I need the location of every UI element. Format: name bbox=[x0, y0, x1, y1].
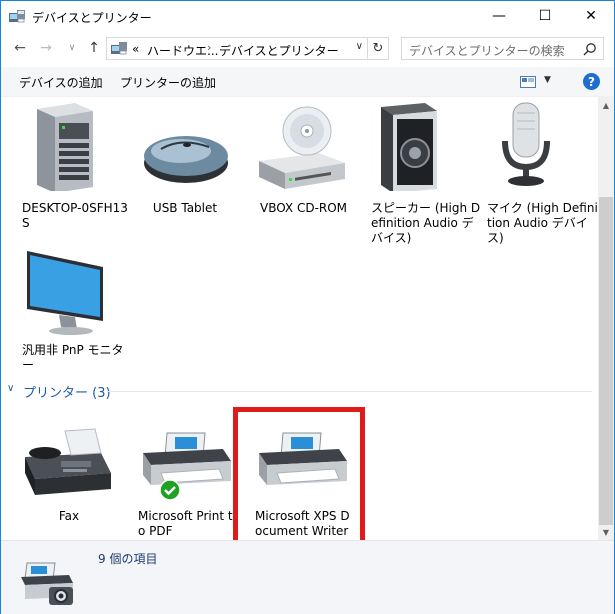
scroll-thumb[interactable] bbox=[599, 197, 613, 525]
device-label: DESKTOP-0SFH13S bbox=[22, 201, 128, 230]
navigation-bar: ← → ∨ ↑ « ハードウエ... › デバイスとプリンター ∨ ↻ デバイス… bbox=[1, 35, 614, 63]
chevron-down-icon[interactable]: ∨ bbox=[7, 383, 14, 394]
view-options-dropdown[interactable]: ▼ bbox=[544, 75, 551, 85]
help-button[interactable]: ? bbox=[583, 73, 600, 90]
up-button[interactable]: ↑ bbox=[85, 39, 103, 57]
recent-locations-button[interactable]: ∨ bbox=[63, 39, 81, 57]
device-list: DESKTOP-0SFH13S USB Tablet VBOX CD-ROM ス… bbox=[1, 97, 598, 540]
add-printer-button[interactable]: プリンターの追加 bbox=[120, 74, 216, 91]
device-label: スピーカー (High Definition Audio デバイス) bbox=[371, 201, 481, 245]
command-bar: デバイスの追加 プリンターの追加 ▼ ? bbox=[1, 67, 614, 97]
device-label: USB Tablet bbox=[152, 201, 218, 215]
mouse-icon bbox=[144, 136, 228, 183]
monitor-icon bbox=[27, 251, 103, 335]
printers-group-header[interactable]: ∨ プリンター (3) bbox=[7, 382, 592, 401]
scroll-down-button[interactable]: ▼ bbox=[598, 524, 614, 540]
printer-icon bbox=[143, 432, 231, 485]
minimize-button[interactable]: — bbox=[476, 1, 522, 31]
refresh-button[interactable]: ↻ bbox=[368, 37, 389, 60]
change-view-icon[interactable] bbox=[520, 75, 536, 89]
search-icon[interactable] bbox=[583, 42, 597, 56]
cd-drive-icon bbox=[259, 106, 345, 189]
devices-printers-icon bbox=[9, 10, 25, 23]
devices-and-printers-window: デバイスとプリンター — ☐ ✕ ← → ∨ ↑ « ハードウエ... › デバ… bbox=[0, 0, 615, 614]
address-bar[interactable]: « ハードウエ... › デバイスとプリンター ∨ bbox=[106, 37, 368, 60]
address-dropdown-button[interactable]: ∨ bbox=[356, 41, 363, 52]
maximize-button[interactable]: ☐ bbox=[522, 1, 568, 31]
scroll-up-button[interactable]: ▲ bbox=[598, 97, 614, 113]
search-box[interactable]: デバイスとプリンターの検索 bbox=[401, 37, 604, 60]
breadcrumb-current[interactable]: デバイスとプリンター bbox=[219, 42, 339, 59]
item-count: 9 個の項目 bbox=[98, 552, 158, 566]
breadcrumb-separator[interactable]: › bbox=[207, 41, 211, 54]
close-button[interactable]: ✕ bbox=[568, 1, 614, 31]
device-label: 汎用非 PnP モニター bbox=[22, 343, 124, 372]
title-bar[interactable]: デバイスとプリンター — ☐ ✕ bbox=[1, 1, 614, 32]
computer-tower-icon bbox=[37, 103, 93, 191]
devices-printers-icon bbox=[111, 42, 127, 55]
highlight-box bbox=[233, 407, 365, 540]
details-pane: 9 個の項目 bbox=[1, 540, 614, 614]
group-divider bbox=[107, 391, 592, 392]
printer-label: Fax bbox=[58, 509, 80, 523]
window-title: デバイスとプリンター bbox=[32, 11, 152, 25]
device-label: マイク (High Definition Audio デバイス) bbox=[487, 201, 598, 245]
group-title: プリンター (3) bbox=[23, 386, 111, 401]
devices-printers-icon bbox=[21, 562, 73, 605]
forward-button[interactable]: → bbox=[37, 39, 55, 57]
default-printer-check-icon bbox=[159, 479, 181, 501]
speaker-icon bbox=[381, 103, 437, 191]
breadcrumb-overflow[interactable]: « bbox=[132, 42, 139, 56]
vertical-scrollbar[interactable]: ▲ ▼ bbox=[598, 97, 614, 540]
microphone-icon bbox=[502, 102, 550, 186]
fax-icon bbox=[25, 428, 111, 495]
add-device-button[interactable]: デバイスの追加 bbox=[19, 74, 103, 91]
back-button[interactable]: ← bbox=[11, 39, 29, 57]
printer-label: Microsoft Print to PDF bbox=[138, 509, 233, 538]
search-input[interactable]: デバイスとプリンターの検索 bbox=[409, 42, 565, 59]
device-label: VBOX CD-ROM bbox=[260, 201, 348, 215]
